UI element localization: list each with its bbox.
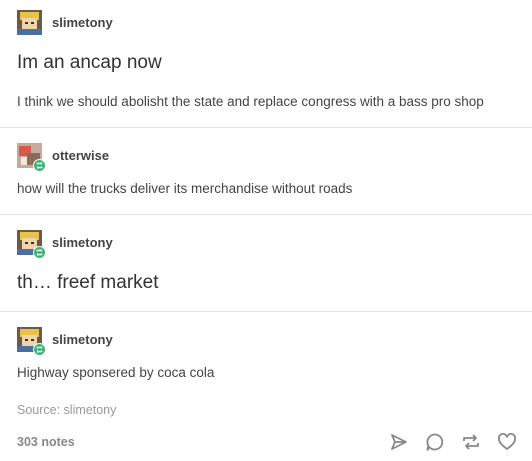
post-header: slimetony [17,10,113,35]
username[interactable]: slimetony [52,15,113,30]
post-body: how will the trucks deliver its merchand… [17,181,353,196]
reblog-badge-icon [33,246,46,259]
notes-count[interactable]: 303 notes [17,435,75,449]
reblog-badge-icon [33,159,46,172]
post-header: otterwise [17,143,109,172]
avatar[interactable] [17,143,46,172]
share-icon[interactable] [389,432,409,452]
avatar[interactable] [17,327,46,356]
post-actions [389,432,517,452]
username[interactable]: slimetony [52,332,113,347]
post-title: Im an ancap now [17,52,162,73]
divider [0,214,532,215]
reply-icon[interactable] [425,432,445,452]
avatar[interactable] [17,230,46,259]
divider [0,127,532,128]
post-body: I think we should abolisht the state and… [17,94,484,109]
username[interactable]: slimetony [52,235,113,250]
reblog-badge-icon [33,343,46,356]
source-link[interactable]: Source: slimetony [17,403,116,417]
reblog-icon[interactable] [461,432,481,452]
post-body: Highway sponsered by coca cola [17,365,215,380]
avatar-image [17,10,42,35]
heart-icon[interactable] [497,432,517,452]
post-header: slimetony [17,327,113,356]
post-title: th… freef market [17,272,159,293]
username[interactable]: otterwise [52,148,109,163]
divider [0,311,532,312]
post-header: slimetony [17,230,113,259]
avatar[interactable] [17,10,42,35]
